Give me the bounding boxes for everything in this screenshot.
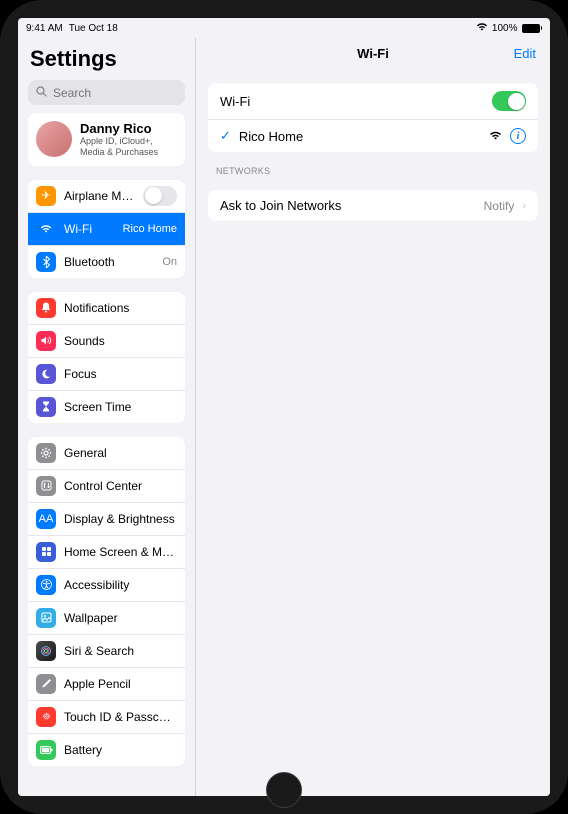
wifi-status-icon	[476, 22, 488, 34]
accessibility-icon	[36, 575, 56, 595]
sidebar-group-2: Notifications Sounds Focus	[28, 292, 185, 423]
sidebar-item-wifi[interactable]: Wi-Fi Rico Home	[28, 213, 185, 246]
sidebar-item-siri[interactable]: Siri & Search	[28, 635, 185, 668]
sidebar-item-bluetooth[interactable]: Bluetooth On	[28, 246, 185, 278]
moon-icon	[36, 364, 56, 384]
detail-title: Wi-Fi	[357, 46, 389, 61]
search-icon	[36, 86, 47, 100]
wallpaper-icon	[36, 608, 56, 628]
home-button[interactable]	[266, 772, 302, 808]
detail-pane: Wi-Fi Edit Wi-Fi ✓ Rico Home i	[196, 38, 550, 796]
control-center-icon	[36, 476, 56, 496]
fingerprint-icon	[36, 707, 56, 727]
battery-pct: 100%	[492, 23, 518, 34]
pencil-icon	[36, 674, 56, 694]
profile-name: Danny Rico	[80, 121, 177, 136]
gear-icon	[36, 443, 56, 463]
sidebar-item-touchid[interactable]: Touch ID & Passcode	[28, 701, 185, 734]
wifi-icon	[36, 219, 56, 239]
current-network-row[interactable]: ✓ Rico Home i	[208, 120, 538, 152]
battery-icon-row	[36, 740, 56, 760]
sidebar-item-controlcenter[interactable]: Control Center	[28, 470, 185, 503]
status-time: 9:41 AM	[26, 23, 63, 34]
siri-icon	[36, 641, 56, 661]
checkmark-icon: ✓	[220, 128, 231, 144]
ask-to-join-row[interactable]: Ask to Join Networks Notify ›	[208, 190, 538, 221]
sidebar-item-general[interactable]: General	[28, 437, 185, 470]
chevron-right-icon: ›	[522, 200, 526, 212]
status-date: Tue Oct 18	[69, 23, 118, 34]
search-input[interactable]	[53, 86, 196, 100]
airplane-icon: ✈	[36, 186, 56, 206]
bluetooth-icon	[36, 252, 56, 272]
status-bar: 9:41 AM Tue Oct 18 100%	[18, 18, 550, 38]
settings-sidebar: Settings Danny Rico Apple ID, iCloud	[18, 38, 196, 796]
display-icon: AA	[36, 509, 56, 529]
sidebar-item-display[interactable]: AA Display & Brightness	[28, 503, 185, 536]
settings-title: Settings	[30, 46, 183, 72]
sidebar-item-wallpaper[interactable]: Wallpaper	[28, 602, 185, 635]
avatar	[36, 121, 72, 157]
bell-icon	[36, 298, 56, 318]
sidebar-item-airplane[interactable]: ✈ Airplane Mode	[28, 180, 185, 213]
airplane-toggle[interactable]	[143, 186, 177, 206]
info-icon[interactable]: i	[510, 128, 526, 144]
sidebar-item-homescreen[interactable]: Home Screen & Multitas…	[28, 536, 185, 569]
wifi-signal-icon	[489, 130, 502, 143]
battery-icon	[522, 24, 543, 33]
wifi-toggle-row: Wi-Fi	[208, 83, 538, 120]
sidebar-item-sounds[interactable]: Sounds	[28, 325, 185, 358]
homescreen-icon	[36, 542, 56, 562]
sidebar-item-screentime[interactable]: Screen Time	[28, 391, 185, 423]
search-bar[interactable]	[28, 80, 185, 105]
sidebar-group-1: ✈ Airplane Mode Wi-Fi Rico Home	[28, 180, 185, 278]
sound-icon	[36, 331, 56, 351]
hourglass-icon	[36, 397, 56, 417]
networks-header: NETWORKS	[216, 166, 530, 176]
edit-button[interactable]: Edit	[514, 46, 536, 61]
profile-sub: Apple ID, iCloud+, Media & Purchases	[80, 136, 177, 158]
sidebar-item-pencil[interactable]: Apple Pencil	[28, 668, 185, 701]
sidebar-item-focus[interactable]: Focus	[28, 358, 185, 391]
sidebar-item-battery[interactable]: Battery	[28, 734, 185, 766]
sidebar-item-accessibility[interactable]: Accessibility	[28, 569, 185, 602]
wifi-toggle[interactable]	[492, 91, 526, 111]
profile-card[interactable]: Danny Rico Apple ID, iCloud+, Media & Pu…	[28, 113, 185, 166]
sidebar-item-notifications[interactable]: Notifications	[28, 292, 185, 325]
wifi-main-group: Wi-Fi ✓ Rico Home i	[208, 83, 538, 152]
ask-to-join-group: Ask to Join Networks Notify ›	[208, 190, 538, 221]
sidebar-group-3: General Control Center AA Display & Brig…	[28, 437, 185, 766]
